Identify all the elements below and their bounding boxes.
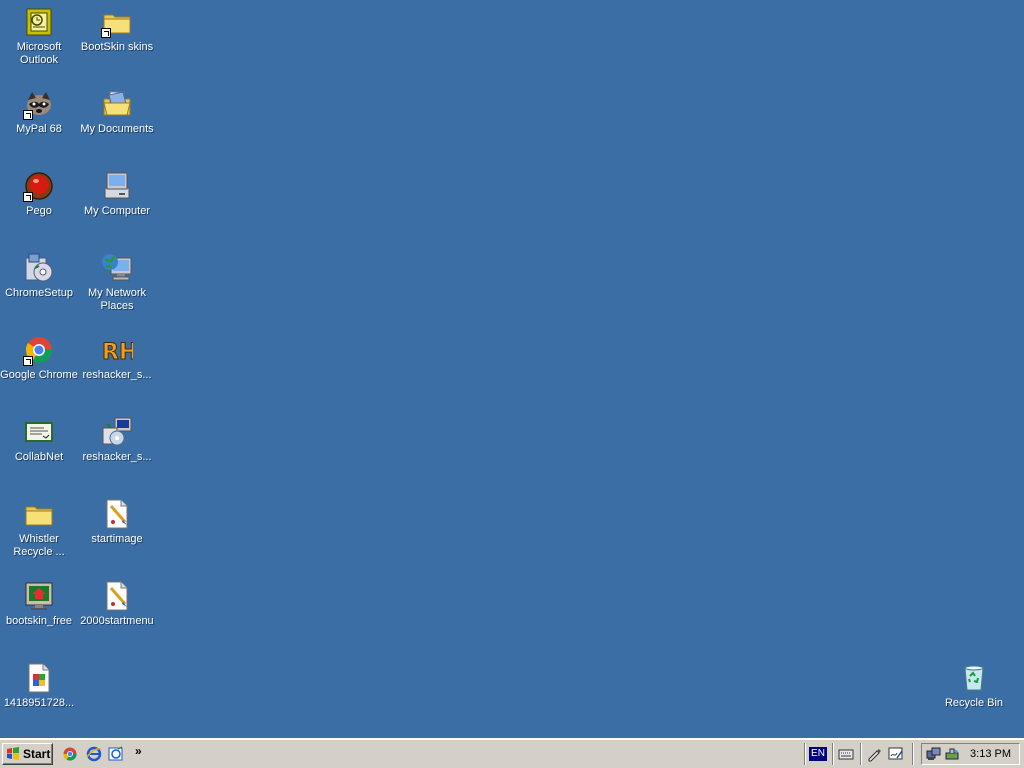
- my-documents[interactable]: My Documents: [78, 84, 156, 158]
- resource-hacker-icon: RH: [101, 334, 134, 366]
- icon-label: CollabNet: [14, 451, 64, 463]
- shortcut-arrow-icon: [101, 28, 111, 38]
- mypal-shortcut[interactable]: MyPal 68: [0, 84, 78, 158]
- my-computer[interactable]: My Computer: [78, 166, 156, 240]
- language-indicator[interactable]: EN: [809, 747, 827, 761]
- recycle-bin-icon: [958, 662, 990, 694]
- icon-label: bootskin_free: [5, 615, 73, 627]
- paint-image-file-icon: [101, 580, 133, 612]
- taskbar: Start » EN 3:13 PM: [0, 738, 1024, 768]
- shortcut-arrow-icon: [23, 356, 33, 366]
- icon-label: reshacker_s...: [82, 369, 152, 381]
- folder-icon: [101, 6, 133, 38]
- quick-launch-overflow-chevron[interactable]: »: [135, 744, 142, 758]
- outlook-icon: [23, 6, 55, 38]
- whistler-recycle-folder[interactable]: Whistler Recycle ...: [0, 494, 78, 568]
- certificate-icon: [23, 416, 55, 448]
- taskbar-separator: [804, 743, 806, 765]
- windows-logo-icon: [6, 747, 20, 761]
- system-tray: 3:13 PM: [921, 743, 1020, 765]
- bootskin-monitor-icon: [23, 580, 55, 612]
- taskbar-separator: [832, 743, 834, 765]
- installer-icon: [101, 416, 133, 448]
- icon-label: 2000startmenu: [80, 615, 154, 627]
- icon-label: Microsoft Outlook: [16, 41, 62, 66]
- quick-launch-outlook-express-icon[interactable]: [108, 746, 124, 762]
- setup-installer-icon: [23, 252, 55, 284]
- start-button[interactable]: Start: [2, 743, 53, 765]
- icon-label: Pego: [26, 205, 52, 217]
- icon-label: BootSkin skins: [80, 41, 154, 53]
- network-connection-icon[interactable]: [926, 746, 942, 762]
- taskbar-separator: [912, 743, 914, 765]
- svg-text:RH: RH: [102, 340, 133, 365]
- my-network-places[interactable]: My Network Places: [78, 248, 156, 322]
- reshacker-setup-1[interactable]: RH reshacker_s...: [78, 330, 156, 404]
- raccoon-icon: [23, 88, 55, 120]
- network-globe-icon: [101, 252, 133, 284]
- bootskin-skins-folder[interactable]: BootSkin skins: [78, 2, 156, 76]
- folder-icon: [23, 498, 55, 530]
- pen-input-icon[interactable]: [866, 746, 882, 762]
- computer-icon: [101, 170, 133, 202]
- bootskin-free-file[interactable]: bootskin_free: [0, 576, 78, 650]
- image-file-icon: [23, 662, 55, 694]
- collabnet-file[interactable]: CollabNet: [0, 412, 78, 486]
- chromesetup-file[interactable]: ChromeSetup: [0, 248, 78, 322]
- paint-image-file-icon: [101, 498, 133, 530]
- 2000startmenu-file[interactable]: 2000startmenu: [78, 576, 156, 650]
- chrome-icon: [23, 334, 55, 366]
- icon-label: Recycle Bin: [944, 697, 1004, 709]
- icon-label: MyPal 68: [16, 123, 62, 135]
- documents-folder-icon: [101, 88, 133, 120]
- shortcut-arrow-icon: [23, 192, 33, 202]
- icon-label: Google Chrome: [0, 369, 78, 381]
- image-file-1418951728[interactable]: 1418951728...: [0, 658, 78, 732]
- clock[interactable]: 3:13 PM: [970, 744, 1011, 764]
- recycle-bin[interactable]: Recycle Bin: [935, 658, 1013, 732]
- icon-label: startimage: [91, 533, 143, 545]
- handwriting-pad-icon[interactable]: [888, 746, 904, 762]
- icon-label: My Network Places: [87, 287, 147, 312]
- pego-icon: [23, 170, 55, 202]
- quick-launch-internet-explorer-icon[interactable]: [86, 746, 102, 762]
- microsoft-outlook-shortcut[interactable]: Microsoft Outlook: [0, 2, 78, 76]
- startimage-file[interactable]: startimage: [78, 494, 156, 568]
- shortcut-arrow-icon: [23, 110, 33, 120]
- icon-label: My Documents: [80, 123, 154, 135]
- quick-launch-chrome-icon[interactable]: [62, 746, 78, 762]
- icon-label: 1418951728...: [3, 697, 75, 709]
- reshacker-setup-2[interactable]: reshacker_s...: [78, 412, 156, 486]
- icon-label: My Computer: [83, 205, 151, 217]
- icon-label: Whistler Recycle ...: [13, 533, 65, 558]
- safely-remove-hardware-icon[interactable]: [944, 746, 960, 762]
- google-chrome-shortcut[interactable]: Google Chrome: [0, 330, 78, 404]
- taskbar-separator: [860, 743, 862, 765]
- icon-label: ChromeSetup: [5, 287, 73, 299]
- pego-shortcut[interactable]: Pego: [0, 166, 78, 240]
- start-label: Start: [23, 747, 51, 761]
- icon-label: reshacker_s...: [82, 451, 152, 463]
- desktop: Microsoft Outlook MyPal 68 Pego ChromeSe…: [0, 0, 1024, 738]
- keyboard-icon[interactable]: [838, 746, 854, 762]
